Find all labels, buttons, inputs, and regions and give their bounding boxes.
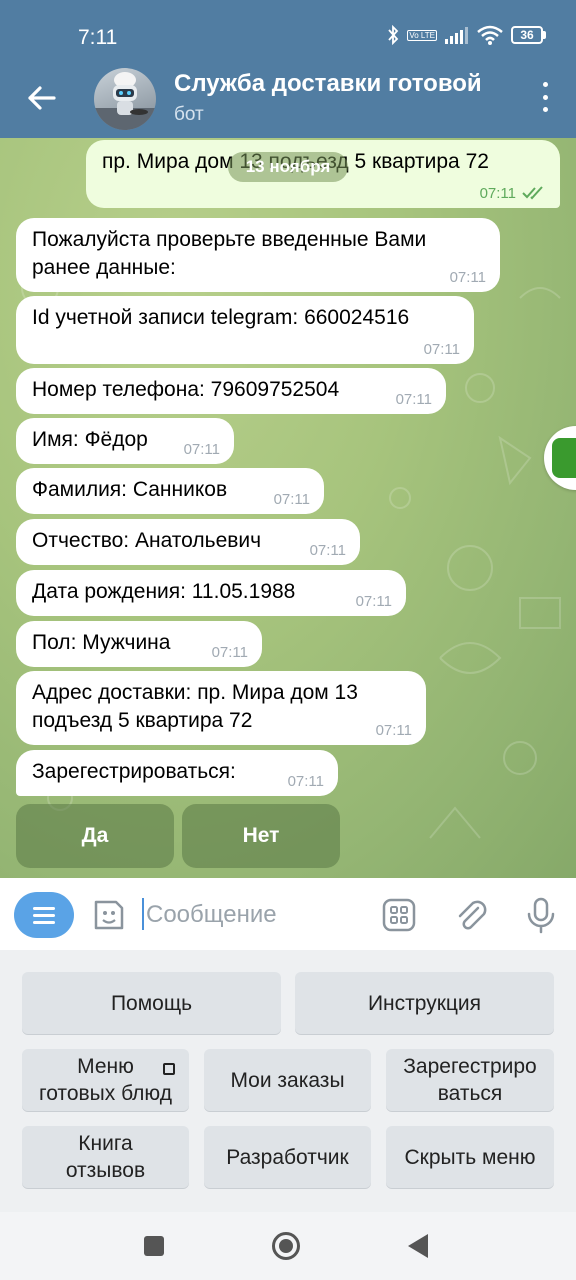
chat-area[interactable]: пр. Мира дом 13 подъезд 5 квартира 72 07… <box>0 138 576 878</box>
message-input[interactable] <box>142 896 362 934</box>
kb-button-label: Инструкция <box>367 991 482 1015</box>
message-text-line: Адрес доставки: пр. Мира дом 13 <box>32 681 358 704</box>
incoming-message[interactable]: Номер телефона: 79609752504 07:11 <box>16 368 446 414</box>
wifi-icon <box>477 25 503 45</box>
message-text-line: ранее данные: <box>32 256 176 279</box>
message-time: 07:11 <box>211 644 248 661</box>
keyboard-grid-icon[interactable] <box>380 896 418 934</box>
message-time: 07:11 <box>355 593 392 610</box>
sticker-icon[interactable] <box>90 896 128 934</box>
system-back-icon[interactable] <box>408 1234 428 1258</box>
reply-keyboard: Помощь Инструкция Меню готовых блюд Мои … <box>0 950 576 1212</box>
incoming-message[interactable]: Пол: Мужчина 07:11 <box>16 621 262 667</box>
home-icon[interactable] <box>272 1232 300 1260</box>
microphone-icon[interactable] <box>522 896 560 934</box>
incoming-message[interactable]: Имя: Фёдор 07:11 <box>16 418 234 464</box>
kb-button-menu[interactable]: Меню готовых блюд <box>22 1049 189 1111</box>
kb-button-label: готовых блюд <box>39 1082 172 1105</box>
message-text-line: Пожалуйста проверьте введенные Вами <box>32 228 427 251</box>
message-time: 07:11 <box>273 491 310 508</box>
status-time: 7:11 <box>78 26 118 49</box>
message-time: 07:11 <box>287 773 324 790</box>
message-text: Отчество: Анатольевич <box>32 529 262 552</box>
kb-button-my-orders[interactable]: Мои заказы <box>204 1049 371 1111</box>
message-time: 07:11 <box>375 722 412 739</box>
bot-menu-button[interactable] <box>14 892 74 938</box>
status-bar: 7:11 Vo LTE 36 <box>0 0 576 62</box>
back-arrow-icon[interactable] <box>24 78 60 118</box>
message-time: 07:11 <box>479 185 516 202</box>
message-input-bar <box>0 878 576 950</box>
more-options-icon[interactable] <box>540 82 550 112</box>
message-time: 07:11 <box>449 269 486 286</box>
status-icons: Vo LTE 36 <box>387 25 546 45</box>
inline-button-yes[interactable]: Да <box>16 804 174 868</box>
bluetooth-icon <box>388 25 399 45</box>
message-time: 07:11 <box>423 341 460 358</box>
robot-chef-icon <box>94 72 156 130</box>
incoming-message[interactable]: Фамилия: Санников 07:11 <box>16 468 324 514</box>
message-text: Дата рождения: 11.05.1988 <box>32 580 296 603</box>
chat-title[interactable]: Служба доставки готовой <box>174 70 504 98</box>
double-check-icon <box>522 186 543 200</box>
kb-button-label: Зарегестриро <box>403 1055 537 1078</box>
incoming-message[interactable]: Зарегестрироваться: 07:11 <box>16 750 338 796</box>
kb-button-label: Разработчик <box>226 1145 349 1169</box>
incoming-message[interactable]: Отчество: Анатольевич 07:11 <box>16 519 360 565</box>
webapp-icon <box>163 1063 175 1075</box>
kb-button-label: Помощь <box>110 991 193 1015</box>
kb-button-hide-menu[interactable]: Скрыть меню <box>386 1126 554 1188</box>
bot-avatar[interactable] <box>94 68 156 130</box>
incoming-message[interactable]: Пожалуйста проверьте введенные Вами ране… <box>16 218 500 292</box>
chat-subtitle: бот <box>174 104 204 125</box>
incoming-message[interactable]: Id учетной записи telegram: 660024516 07… <box>16 296 474 364</box>
kb-button-developer[interactable]: Разработчик <box>204 1126 371 1188</box>
kb-button-label: Меню <box>77 1055 134 1078</box>
message-time: 07:11 <box>309 542 346 559</box>
kb-button-help[interactable]: Помощь <box>22 972 281 1034</box>
kb-button-reviews[interactable]: Книга отзывов <box>22 1126 189 1188</box>
volte-icon: Vo LTE <box>407 29 437 41</box>
incoming-message[interactable]: Дата рождения: 11.05.1988 07:11 <box>16 570 406 616</box>
kb-button-register[interactable]: Зарегестриро ваться <box>386 1049 554 1111</box>
message-time: 07:11 <box>183 441 220 458</box>
message-text: Фамилия: Санников <box>32 478 228 501</box>
message-text: Id учетной записи telegram: 660024516 <box>32 306 410 329</box>
battery-icon: 36 <box>511 26 546 44</box>
kb-button-label: Мои заказы <box>230 1068 345 1092</box>
system-navigation-bar <box>0 1212 576 1280</box>
signal-icon <box>445 27 468 44</box>
kb-button-instruction[interactable]: Инструкция <box>295 972 554 1034</box>
kb-button-label: ваться <box>437 1082 503 1105</box>
incoming-message[interactable]: Адрес доставки: пр. Мира дом 13 подъезд … <box>16 671 426 745</box>
battery-level: 36 <box>511 26 543 44</box>
date-separator: 13 ноября <box>228 152 348 182</box>
message-text: Номер телефона: 79609752504 <box>32 378 340 401</box>
kb-button-label: Скрыть меню <box>404 1145 536 1169</box>
recents-icon[interactable] <box>144 1236 164 1256</box>
message-time: 07:11 <box>395 391 432 408</box>
attach-icon[interactable] <box>452 896 490 934</box>
chat-header: Служба доставки готовой бот <box>0 62 576 138</box>
kb-button-label: отзывов <box>65 1159 146 1182</box>
inline-button-no[interactable]: Нет <box>182 804 340 868</box>
kb-button-label: Книга <box>78 1132 133 1155</box>
message-text: Зарегестрироваться: <box>32 760 236 783</box>
message-text-line: подъезд 5 квартира 72 <box>32 709 253 732</box>
app-badge-icon <box>552 438 576 478</box>
